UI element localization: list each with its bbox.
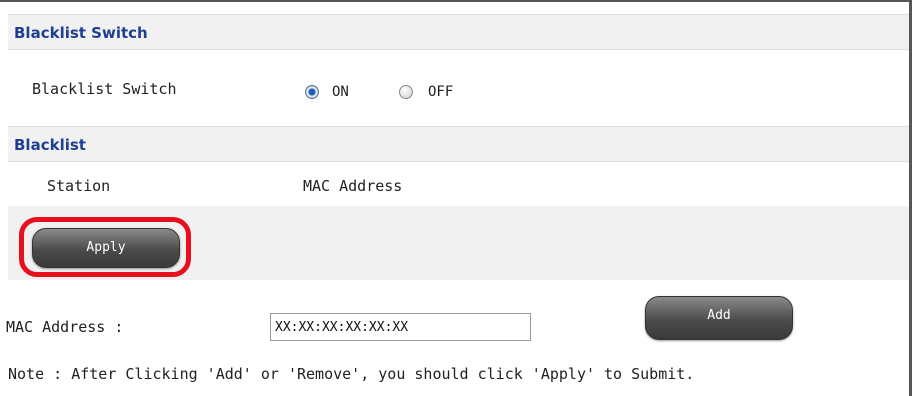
apply-button[interactable]: Apply bbox=[32, 228, 180, 268]
radio-off-label[interactable]: OFF bbox=[428, 84, 453, 100]
blacklist-settings-panel: Blacklist Switch Blacklist Switch ON OFF… bbox=[0, 0, 912, 396]
mac-address-label: MAC Address : bbox=[6, 318, 124, 336]
column-header-mac-address: MAC Address bbox=[303, 177, 403, 195]
radio-off[interactable] bbox=[399, 85, 413, 99]
blacklist-switch-label: Blacklist Switch bbox=[32, 80, 177, 98]
add-button[interactable]: Add bbox=[645, 296, 793, 340]
blacklist-header: Blacklist bbox=[8, 126, 909, 162]
blacklist-switch-header: Blacklist Switch bbox=[8, 14, 909, 50]
radio-on[interactable] bbox=[305, 85, 319, 99]
radio-on-label[interactable]: ON bbox=[332, 84, 349, 100]
mac-address-input[interactable] bbox=[270, 313, 531, 341]
note-text: Note : After Clicking 'Add' or 'Remove',… bbox=[8, 365, 695, 383]
column-header-station: Station bbox=[47, 177, 111, 195]
